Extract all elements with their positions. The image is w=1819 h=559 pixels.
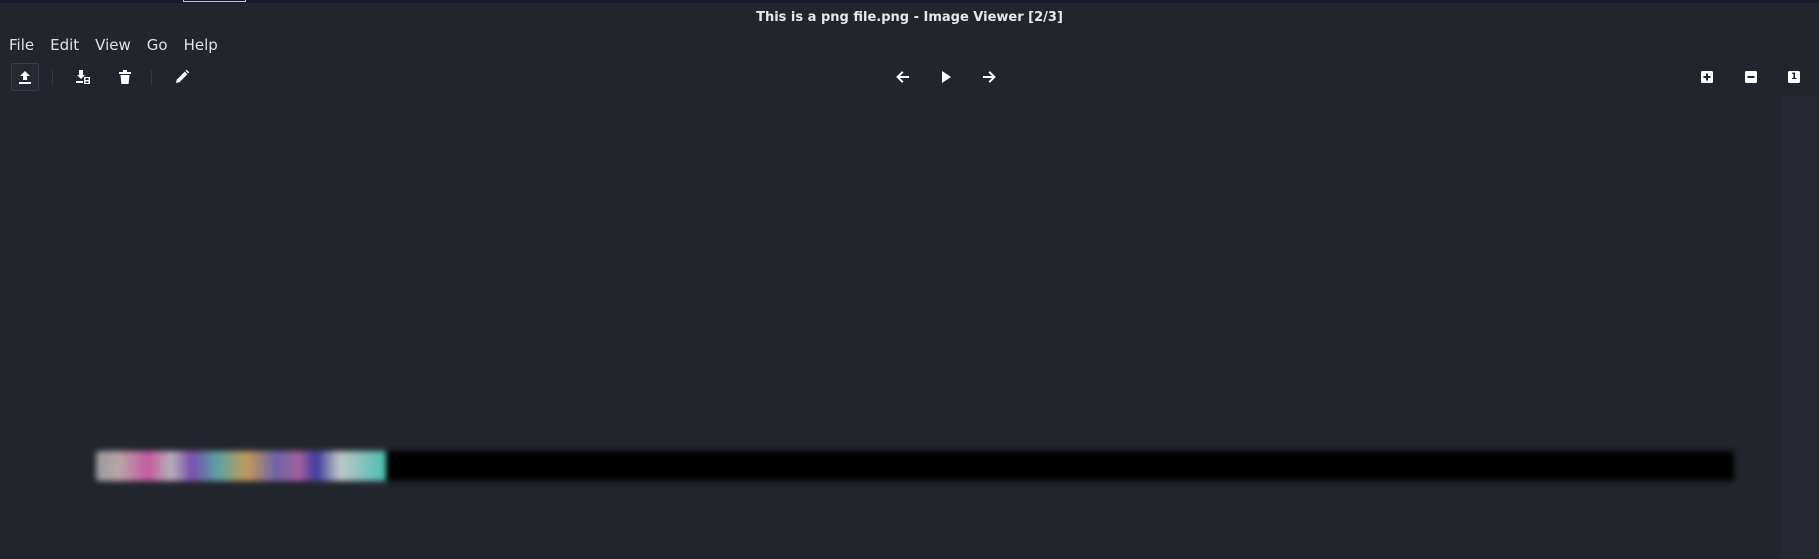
displayed-image-color-segment bbox=[96, 451, 386, 481]
actual-size-button[interactable]: 1 bbox=[1780, 63, 1808, 91]
actual-size-label: 1 bbox=[1790, 72, 1798, 82]
menu-edit[interactable]: Edit bbox=[50, 36, 79, 54]
next-arrow-icon bbox=[981, 69, 997, 85]
menu-help[interactable]: Help bbox=[184, 36, 218, 54]
displayed-image bbox=[96, 451, 1734, 481]
menu-view[interactable]: View bbox=[95, 36, 131, 54]
viewport-right-strip bbox=[1781, 96, 1819, 559]
zoom-in-icon bbox=[1700, 70, 1714, 84]
play-slideshow-icon bbox=[938, 69, 954, 85]
toolbar-separator bbox=[151, 70, 152, 85]
previous-arrow-icon bbox=[895, 69, 911, 85]
previous-button[interactable] bbox=[889, 63, 917, 91]
save-as-button[interactable] bbox=[69, 63, 97, 91]
actual-size-icon: 1 bbox=[1787, 70, 1801, 84]
window-title: This is a png file.png - Image Viewer [2… bbox=[756, 9, 1063, 25]
delete-button[interactable] bbox=[111, 63, 139, 91]
window-titlebar: This is a png file.png - Image Viewer [2… bbox=[0, 3, 1819, 31]
image-viewer-window: This is a png file.png - Image Viewer [2… bbox=[0, 0, 1819, 559]
edit-icon bbox=[174, 69, 190, 85]
delete-icon bbox=[117, 69, 133, 85]
zoom-out-button[interactable] bbox=[1737, 63, 1765, 91]
menubar: File Edit View Go Help bbox=[0, 31, 234, 59]
menu-file[interactable]: File bbox=[9, 36, 34, 54]
open-icon bbox=[17, 69, 33, 85]
window-top-edge-tab bbox=[183, 0, 246, 2]
menu-go[interactable]: Go bbox=[147, 36, 168, 54]
zoom-in-button[interactable] bbox=[1693, 63, 1721, 91]
next-button[interactable] bbox=[975, 63, 1003, 91]
edit-button[interactable] bbox=[168, 63, 196, 91]
image-viewport[interactable] bbox=[0, 96, 1819, 559]
play-slideshow-button[interactable] bbox=[932, 63, 960, 91]
open-button[interactable] bbox=[11, 63, 39, 91]
save-as-icon bbox=[75, 69, 91, 85]
zoom-out-icon bbox=[1744, 70, 1758, 84]
toolbar-separator bbox=[52, 70, 53, 85]
toolbar: 1 bbox=[0, 63, 1819, 91]
